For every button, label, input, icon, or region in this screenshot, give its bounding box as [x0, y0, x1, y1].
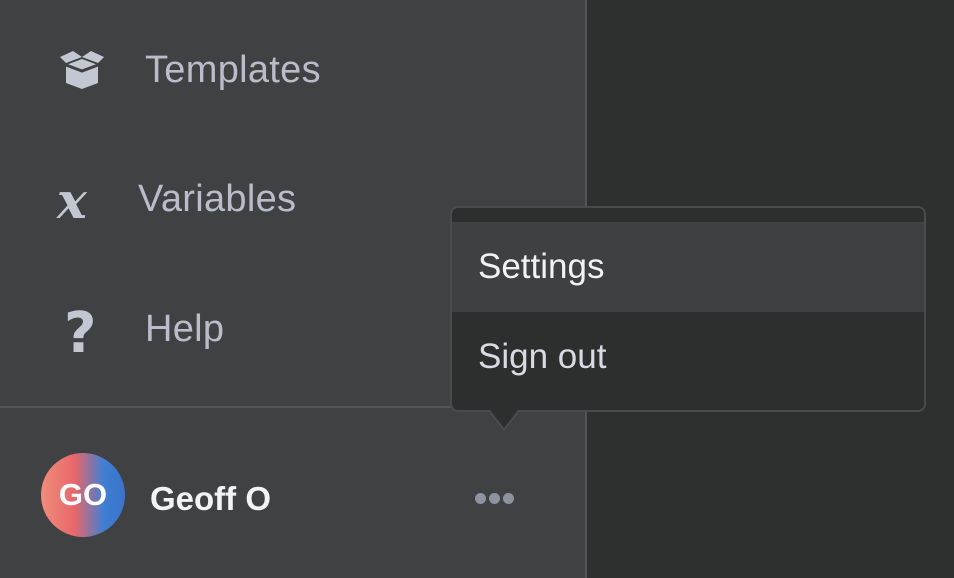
user-name: Geoff O — [150, 480, 271, 517]
app-window: Templates x Variables ? Help GO Geoff O … — [0, 0, 954, 578]
menu-item-label: Sign out — [478, 337, 607, 376]
menu-item-label: Settings — [478, 247, 605, 286]
ellipsis-icon — [473, 492, 515, 504]
sidebar-item-label: Templates — [145, 49, 321, 91]
menu-item-sign-out[interactable]: Sign out — [452, 312, 924, 402]
menu-pointer — [490, 410, 518, 428]
svg-text:x: x — [56, 178, 88, 224]
question-icon: ? — [60, 304, 106, 358]
sidebar-item-label: Variables — [138, 178, 297, 220]
avatar[interactable]: GO — [41, 453, 125, 537]
variable-x-icon: x — [55, 178, 105, 224]
menu-item-settings[interactable]: Settings — [452, 222, 924, 312]
sidebar-item-label: Help — [145, 308, 225, 350]
svg-text:?: ? — [64, 304, 96, 358]
user-profile-row: GO Geoff O — [0, 408, 585, 578]
box-icon — [57, 49, 107, 93]
sidebar-item-templates[interactable]: Templates — [0, 27, 585, 117]
user-menu-button[interactable] — [466, 480, 522, 516]
menu-items-container: Settings Sign out — [452, 208, 924, 410]
user-dropdown-menu: Settings Sign out — [450, 206, 926, 431]
avatar-initials: GO — [58, 477, 108, 512]
